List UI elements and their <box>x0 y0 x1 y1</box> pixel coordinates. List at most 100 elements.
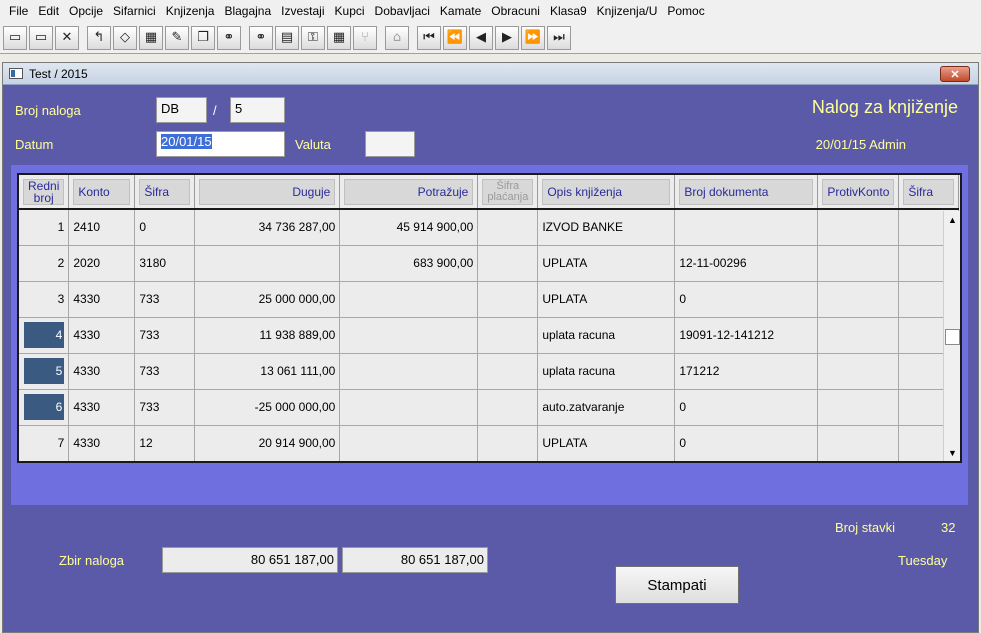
table-row[interactable]: 7 4330 12 20 914 900,00 UPLATA 0 <box>19 425 960 461</box>
cell-sifra-placanja[interactable] <box>477 353 539 390</box>
vertical-scrollbar[interactable]: ▲ ▼ <box>943 211 960 461</box>
valuta-field[interactable] <box>365 131 415 157</box>
column-header-8[interactable]: ProtivKonto <box>817 175 900 210</box>
binoculars-icon[interactable]: ⚭ <box>217 25 241 50</box>
grid-icon[interactable]: ▦ <box>139 25 163 50</box>
cell-potrazuje[interactable] <box>339 317 479 354</box>
first-record-icon[interactable]: ⏮ <box>417 25 441 50</box>
column-header-0[interactable]: Redni broj <box>19 175 70 210</box>
menu-item-file[interactable]: File <box>4 0 33 22</box>
cell-potrazuje[interactable] <box>339 281 479 318</box>
edit-icon[interactable]: ✎ <box>165 25 189 50</box>
cell-broj-dok[interactable]: 0 <box>674 389 819 426</box>
cell-konto[interactable]: 2020 <box>68 245 136 282</box>
cell-potrazuje[interactable] <box>339 353 479 390</box>
column-header-3[interactable]: Duguje <box>194 175 341 210</box>
cell-konto[interactable]: 4330 <box>68 353 136 390</box>
cell-sifra[interactable]: 733 <box>134 317 196 354</box>
cell-protivkonto[interactable] <box>817 425 900 461</box>
row-number[interactable]: 3 <box>19 281 70 318</box>
cell-konto[interactable]: 4330 <box>68 281 136 318</box>
cell-broj-dok[interactable]: 19091-12-141212 <box>674 317 819 354</box>
menu-item-opcije[interactable]: Opcije <box>64 0 108 22</box>
cell-opis[interactable]: IZVOD BANKE <box>537 209 676 246</box>
cell-sifra-placanja[interactable] <box>477 389 539 426</box>
tools-icon[interactable]: ✕ <box>55 25 79 50</box>
cell-broj-dok[interactable] <box>674 209 819 246</box>
calculator-icon[interactable]: ▦ <box>327 25 351 50</box>
cell-opis[interactable]: uplata racuna <box>537 353 676 390</box>
column-header-6[interactable]: Opis knjiženja <box>537 175 676 210</box>
cell-potrazuje[interactable]: 683 900,00 <box>339 245 479 282</box>
table-row[interactable]: 2 2020 3180 683 900,00 UPLATA 12-11-00296 <box>19 245 960 282</box>
cell-protivkonto[interactable] <box>817 245 900 282</box>
table-row[interactable]: 1 2410 0 34 736 287,00 45 914 900,00 IZVOD BA… <box>19 209 960 246</box>
prev-page-icon[interactable]: ⏪ <box>443 25 467 50</box>
cell-konto[interactable]: 4330 <box>68 425 136 461</box>
row-number[interactable]: 7 <box>19 425 70 461</box>
column-header-7[interactable]: Broj dokumenta <box>674 175 819 210</box>
close-button[interactable]: ✕ <box>940 66 970 82</box>
column-header-9[interactable]: Šifra <box>898 175 960 210</box>
scroll-up-icon[interactable]: ▲ <box>945 212 960 227</box>
menu-item-knjizenja[interactable]: Knjizenja <box>161 0 220 22</box>
cell-potrazuje[interactable] <box>339 425 479 461</box>
cell-protivkonto[interactable] <box>817 281 900 318</box>
menu-item-knjizenja-u[interactable]: Knjizenja/U <box>592 0 663 22</box>
cell-sifra[interactable]: 733 <box>134 389 196 426</box>
next-record-icon[interactable]: ▶ <box>495 25 519 50</box>
cell-opis[interactable]: auto.zatvaranje <box>537 389 676 426</box>
menu-item-dobavljaci[interactable]: Dobavljaci <box>370 0 435 22</box>
next-page-icon[interactable]: ⏩ <box>521 25 545 50</box>
cell-duguje[interactable] <box>194 245 341 282</box>
cell-sifra-placanja[interactable] <box>477 317 539 354</box>
cell-sifra-placanja[interactable] <box>477 245 539 282</box>
binoculars-plus-icon[interactable]: ⚭ <box>249 25 273 50</box>
cell-duguje[interactable]: -25 000 000,00 <box>194 389 341 426</box>
cell-protivkonto[interactable] <box>817 317 900 354</box>
scroll-down-icon[interactable]: ▼ <box>945 445 960 460</box>
cell-opis[interactable]: UPLATA <box>537 425 676 461</box>
cell-protivkonto[interactable] <box>817 209 900 246</box>
key-icon[interactable]: ⚿ <box>301 25 325 50</box>
menu-item-edit[interactable]: Edit <box>33 0 64 22</box>
journal-grid[interactable]: Redni broj Konto Šifra Duguje Potražuje Šifra… <box>17 173 962 463</box>
datum-field[interactable]: 20/01/15 <box>156 131 285 157</box>
cell-broj-dok[interactable]: 0 <box>674 281 819 318</box>
broj-naloga-number-field[interactable]: 5 <box>230 97 285 123</box>
cell-broj-dok[interactable]: 12-11-00296 <box>674 245 819 282</box>
cell-broj-dok[interactable]: 171212 <box>674 353 819 390</box>
cell-potrazuje[interactable] <box>339 389 479 426</box>
cell-konto[interactable]: 4330 <box>68 389 136 426</box>
cell-duguje[interactable]: 20 914 900,00 <box>194 425 341 461</box>
menu-item-sifarnici[interactable]: Sifarnici <box>108 0 161 22</box>
table-row[interactable]: 4 4330 733 11 938 889,00 uplata racuna 19091-… <box>19 317 960 354</box>
copy-icon[interactable]: ❐ <box>191 25 215 50</box>
row-number[interactable]: 1 <box>19 209 70 246</box>
menu-item-obracuni[interactable]: Obracuni <box>486 0 545 22</box>
column-header-2[interactable]: Šifra <box>134 175 196 210</box>
cell-sifra[interactable]: 733 <box>134 353 196 390</box>
column-header-5[interactable]: Šifra plaćanja <box>477 175 539 210</box>
scroll-thumb[interactable] <box>945 329 960 345</box>
menu-item-izvestaji[interactable]: Izvestaji <box>276 0 329 22</box>
row-selector-selected[interactable]: 4 <box>19 317 70 354</box>
cell-konto[interactable]: 4330 <box>68 317 136 354</box>
column-header-1[interactable]: Konto <box>68 175 136 210</box>
menu-item-klasa9[interactable]: Klasa9 <box>545 0 592 22</box>
stamp-icon[interactable]: ⌂ <box>385 25 409 50</box>
cell-sifra[interactable]: 0 <box>134 209 196 246</box>
broj-naloga-type-field[interactable]: DB <box>156 97 207 123</box>
cell-sifra[interactable]: 12 <box>134 425 196 461</box>
diamond-icon[interactable]: ◇ <box>113 25 137 50</box>
row-number[interactable]: 2 <box>19 245 70 282</box>
cell-sifra[interactable]: 3180 <box>134 245 196 282</box>
cell-sifra-placanja[interactable] <box>477 281 539 318</box>
cell-duguje[interactable]: 34 736 287,00 <box>194 209 341 246</box>
column-header-4[interactable]: Potražuje <box>339 175 479 210</box>
undo-icon[interactable]: ↰ <box>87 25 111 50</box>
row-selector-selected[interactable]: 6 <box>19 389 70 426</box>
open-file-icon[interactable]: ▭ <box>29 25 53 50</box>
table-row[interactable]: 5 4330 733 13 061 111,00 uplata racuna 171212 <box>19 353 960 390</box>
cell-sifra-placanja[interactable] <box>477 425 539 461</box>
